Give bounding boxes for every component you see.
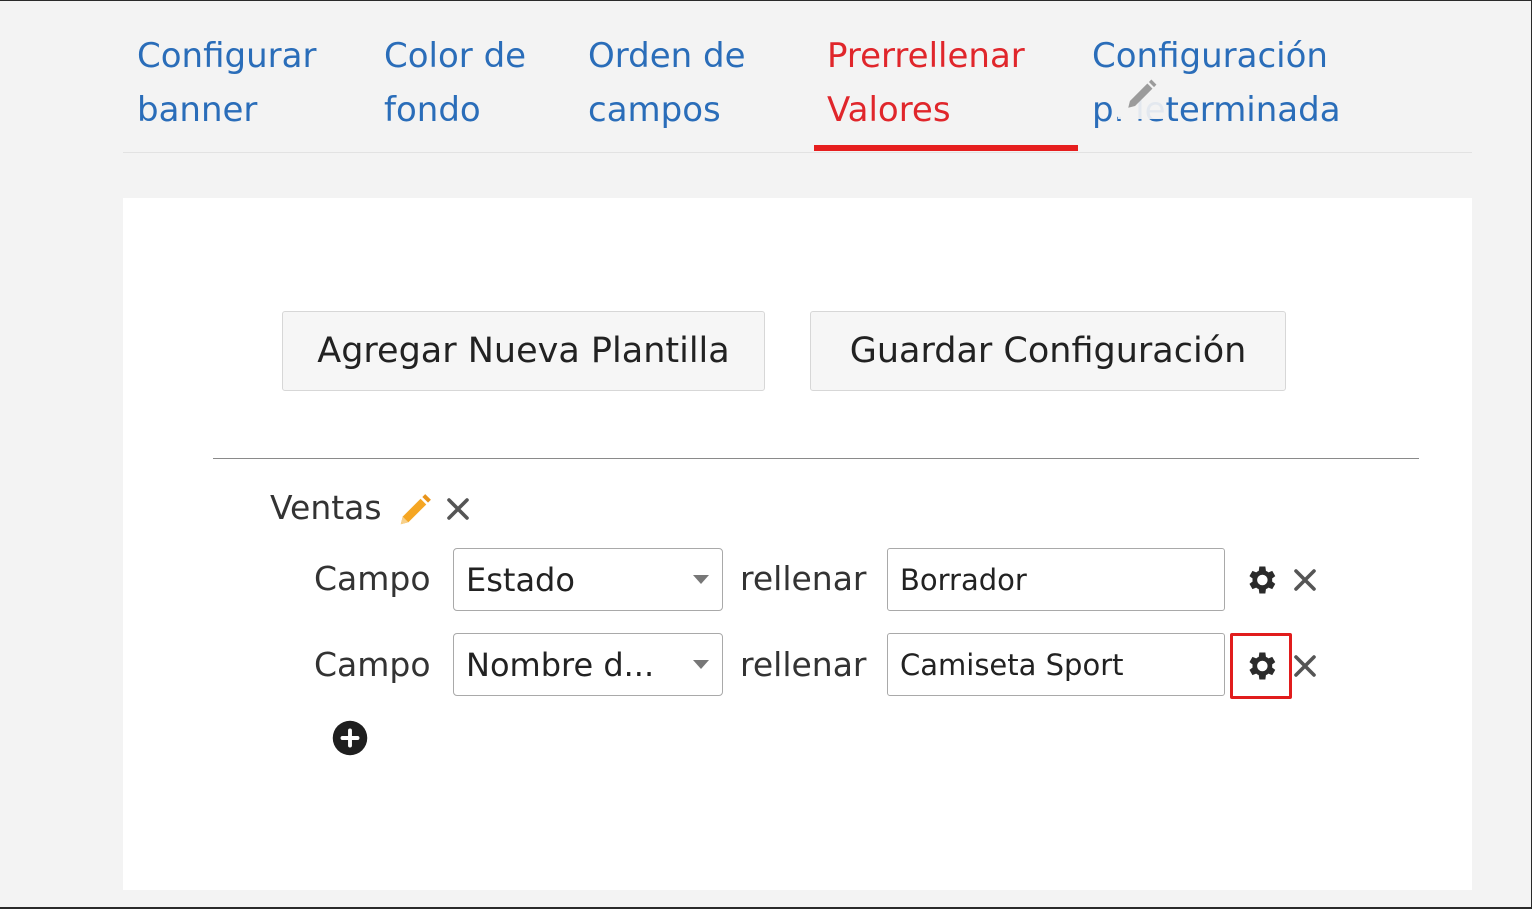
add-row-button[interactable] bbox=[331, 719, 369, 757]
close-icon bbox=[1294, 655, 1316, 677]
plus-circle-icon bbox=[332, 720, 368, 756]
save-config-button[interactable]: Guardar Configuración bbox=[810, 311, 1286, 391]
tab-label-line1: Prerrellenar bbox=[827, 36, 1025, 76]
edit-pencil-overlay[interactable] bbox=[1118, 71, 1164, 119]
tab-label-line2: banner bbox=[137, 90, 258, 130]
chevron-down-icon bbox=[693, 660, 709, 669]
delete-row-button[interactable] bbox=[1288, 649, 1322, 683]
tab-color-de-fondo[interactable]: Color de fondo bbox=[384, 29, 526, 137]
pencil-icon bbox=[400, 494, 431, 525]
tab-label-line2: Valores bbox=[827, 90, 951, 130]
tab-label-line2: campos bbox=[588, 90, 721, 130]
template-name: Ventas bbox=[270, 488, 382, 527]
field-select[interactable]: Nombre d... bbox=[453, 633, 723, 696]
field-select[interactable]: Estado bbox=[453, 548, 723, 611]
field-label: Campo bbox=[314, 559, 431, 598]
highlight-box bbox=[1230, 633, 1292, 699]
chevron-down-icon bbox=[693, 575, 709, 584]
close-icon bbox=[1294, 569, 1316, 591]
field-select-value: Estado bbox=[466, 560, 575, 599]
edit-template-button[interactable] bbox=[395, 490, 435, 530]
tab-label-line1: Color de bbox=[384, 36, 527, 76]
window-frame: Configurar banner Color de fondo Orden d… bbox=[0, 0, 1532, 909]
tab-label-line1: Configurar bbox=[137, 36, 317, 76]
add-template-button[interactable]: Agregar Nueva Plantilla bbox=[282, 311, 765, 391]
tab-bar: Configurar banner Color de fondo Orden d… bbox=[123, 1, 1472, 153]
fill-label: rellenar bbox=[740, 559, 867, 598]
delete-row-button[interactable] bbox=[1288, 563, 1322, 597]
tab-configurar-banner[interactable]: Configurar banner bbox=[137, 29, 316, 137]
tab-label-line2: fondo bbox=[384, 90, 481, 130]
delete-template-button[interactable] bbox=[441, 492, 475, 526]
pencil-icon bbox=[1128, 79, 1157, 108]
field-label: Campo bbox=[314, 645, 431, 684]
tab-label-line1: Orden de bbox=[588, 36, 746, 76]
row-settings-button[interactable] bbox=[1241, 560, 1281, 600]
tab-orden-de-campos[interactable]: Orden de campos bbox=[588, 29, 746, 137]
fill-value-input[interactable] bbox=[887, 633, 1225, 696]
fill-value-input[interactable] bbox=[887, 548, 1225, 611]
active-tab-indicator bbox=[814, 145, 1078, 151]
tab-prerrellenar-valores[interactable]: Prerrellenar Valores bbox=[827, 29, 1025, 137]
prefill-panel bbox=[123, 198, 1472, 890]
gear-icon bbox=[1249, 566, 1276, 594]
fill-label: rellenar bbox=[740, 645, 867, 684]
close-icon bbox=[447, 498, 469, 520]
section-divider bbox=[213, 458, 1419, 459]
field-select-value: Nombre d... bbox=[466, 645, 655, 684]
